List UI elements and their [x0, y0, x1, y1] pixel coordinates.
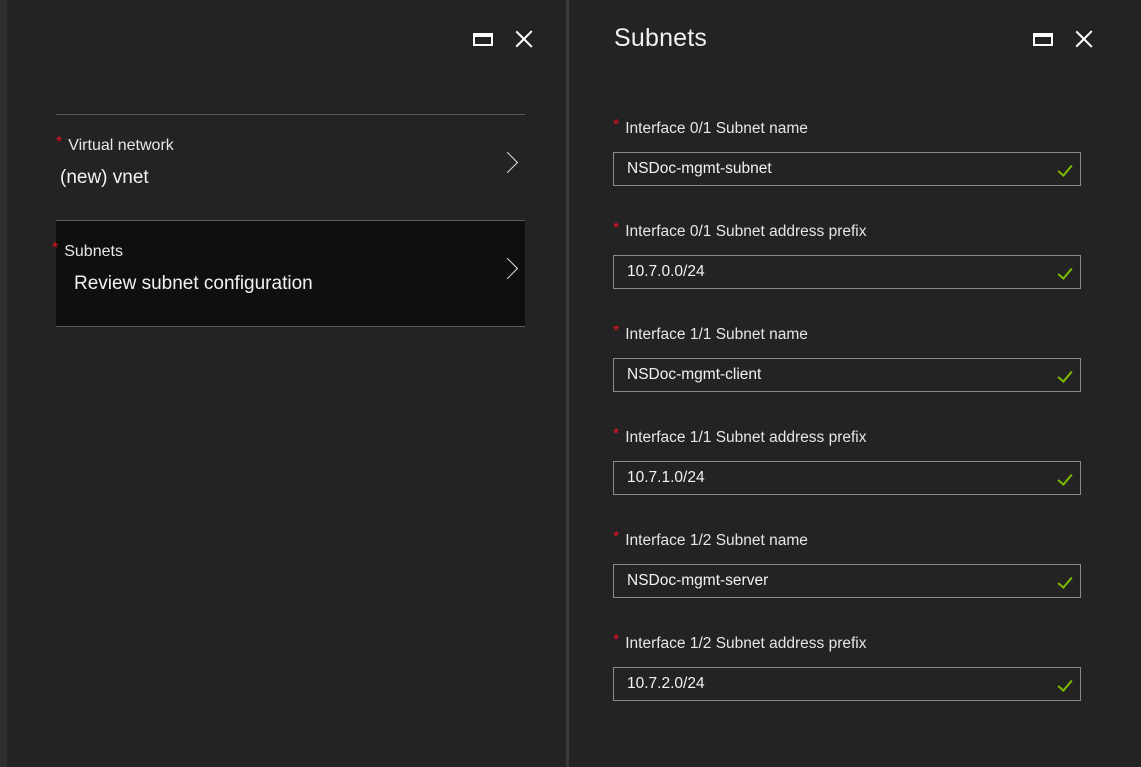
- menu-item-virtual-network[interactable]: * Virtual network (new) vnet: [56, 114, 525, 220]
- field-label: * Interface 1/2 Subnet name: [613, 529, 808, 549]
- maximize-icon[interactable]: [1033, 32, 1053, 46]
- subnet-0-1-name-field: * Interface 0/1 Subnet name NSDoc-mgmt-su…: [613, 117, 1083, 221]
- subnets-blade: Subnets * Interface 0/1 Subnet name NSDoc…: [566, 0, 1141, 767]
- field-label: * Interface 0/1 Subnet name: [613, 117, 808, 137]
- maximize-icon[interactable]: [473, 32, 493, 46]
- required-asterisk: *: [613, 220, 620, 237]
- chevron-right-icon: [496, 257, 519, 280]
- subnet-1-2-prefix-field: * Interface 1/2 Subnet address prefix 10.…: [613, 632, 1083, 736]
- required-asterisk: *: [52, 240, 59, 257]
- subnet-0-1-prefix-field: * Interface 0/1 Subnet address prefix 10.…: [613, 220, 1083, 324]
- subnets-form: * Interface 0/1 Subnet name NSDoc-mgmt-su…: [613, 117, 1083, 736]
- menu-item-label: * Virtual network: [56, 134, 174, 154]
- menu-item-value: (new) vnet: [60, 167, 149, 188]
- menu-item-value: Review subnet configuration: [74, 273, 313, 294]
- required-asterisk: *: [613, 426, 620, 443]
- right-blade-window-controls: [1033, 30, 1093, 48]
- field-label: * Interface 1/1 Subnet name: [613, 323, 808, 343]
- left-blade-window-controls: [473, 30, 533, 48]
- subnet-1-1-name-field: * Interface 1/1 Subnet name NSDoc-mgmt-cl…: [613, 323, 1083, 427]
- checkmark-icon: [1057, 161, 1073, 177]
- required-asterisk: *: [613, 323, 620, 340]
- page-title: Subnets: [614, 24, 708, 52]
- chevron-right-icon: [496, 151, 519, 174]
- subnet-1-1-name-input[interactable]: NSDoc-mgmt-client: [613, 358, 1081, 392]
- required-asterisk: *: [613, 529, 620, 546]
- menu-divider: [56, 326, 525, 327]
- subnet-0-1-name-input[interactable]: NSDoc-mgmt-subnet: [613, 152, 1081, 186]
- menu-item-subnets[interactable]: * Subnets Review subnet configuration: [52, 220, 525, 326]
- checkmark-icon: [1057, 676, 1073, 692]
- network-menu: * Virtual network (new) vnet * Subnets Rev…: [52, 114, 525, 327]
- subnet-1-1-prefix-field: * Interface 1/1 Subnet address prefix 10.…: [613, 426, 1083, 530]
- close-icon[interactable]: [515, 30, 533, 48]
- checkmark-icon: [1057, 367, 1073, 383]
- menu-item-label: * Subnets: [52, 240, 123, 260]
- checkmark-icon: [1057, 470, 1073, 486]
- close-icon[interactable]: [1075, 30, 1093, 48]
- field-label: * Interface 1/2 Subnet address prefix: [613, 632, 867, 652]
- required-asterisk: *: [56, 134, 63, 151]
- checkmark-icon: [1057, 264, 1073, 280]
- checkmark-icon: [1057, 573, 1073, 589]
- field-label: * Interface 1/1 Subnet address prefix: [613, 426, 867, 446]
- network-settings-blade: * Virtual network (new) vnet * Subnets Rev…: [0, 0, 566, 767]
- subnet-1-2-name-field: * Interface 1/2 Subnet name NSDoc-mgmt-se…: [613, 529, 1083, 633]
- required-asterisk: *: [613, 117, 620, 134]
- subnet-0-1-prefix-input[interactable]: 10.7.0.0/24: [613, 255, 1081, 289]
- required-asterisk: *: [613, 632, 620, 649]
- subnet-1-1-prefix-input[interactable]: 10.7.1.0/24: [613, 461, 1081, 495]
- field-label: * Interface 0/1 Subnet address prefix: [613, 220, 867, 240]
- subnet-1-2-name-input[interactable]: NSDoc-mgmt-server: [613, 564, 1081, 598]
- subnet-1-2-prefix-input[interactable]: 10.7.2.0/24: [613, 667, 1081, 701]
